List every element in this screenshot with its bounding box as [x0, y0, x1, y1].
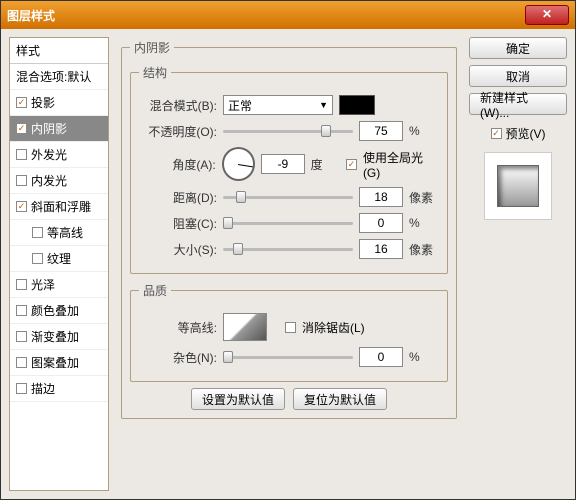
- style-checkbox[interactable]: [16, 383, 27, 394]
- style-item-图案叠加[interactable]: 图案叠加: [10, 350, 108, 376]
- opacity-input[interactable]: 75: [359, 121, 403, 141]
- size-slider[interactable]: [223, 242, 353, 256]
- shadow-color-swatch[interactable]: [339, 95, 375, 115]
- preview-inner: [497, 165, 539, 207]
- chevron-down-icon: ▼: [319, 100, 328, 110]
- contour-picker[interactable]: [223, 313, 267, 341]
- choke-slider[interactable]: [223, 216, 353, 230]
- style-item-投影[interactable]: 投影: [10, 90, 108, 116]
- anti-alias-label: 消除锯齿(L): [302, 319, 365, 336]
- angle-dial[interactable]: [222, 147, 256, 181]
- distance-unit: 像素: [409, 189, 439, 206]
- cancel-button[interactable]: 取消: [469, 65, 567, 87]
- use-global-light-label: 使用全局光(G): [363, 149, 439, 180]
- new-style-button[interactable]: 新建样式(W)...: [469, 93, 567, 115]
- center-panel: 内阴影 结构 混合模式(B): 正常 ▼ 不透明度(O):: [117, 37, 461, 491]
- preview-thumbnail: [484, 152, 552, 220]
- noise-label: 杂色(N):: [139, 349, 217, 366]
- size-unit: 像素: [409, 241, 439, 258]
- style-checkbox[interactable]: [16, 331, 27, 342]
- style-list: 样式 混合选项:默认 投影内阴影外发光内发光斜面和浮雕等高线纹理光泽颜色叠加渐变…: [9, 37, 109, 491]
- style-checkbox[interactable]: [16, 97, 27, 108]
- style-label: 外发光: [31, 146, 67, 163]
- angle-label: 角度(A):: [139, 156, 216, 173]
- style-checkbox[interactable]: [32, 227, 43, 238]
- ok-button[interactable]: 确定: [469, 37, 567, 59]
- distance-label: 距离(D):: [139, 189, 217, 206]
- size-input[interactable]: 16: [359, 239, 403, 259]
- choke-label: 阻塞(C):: [139, 215, 217, 232]
- quality-group: 品质 等高线: 消除锯齿(L) 杂色(N): 0 %: [130, 282, 448, 382]
- noise-input[interactable]: 0: [359, 347, 403, 367]
- dialog-body: 样式 混合选项:默认 投影内阴影外发光内发光斜面和浮雕等高线纹理光泽颜色叠加渐变…: [1, 29, 575, 499]
- structure-legend: 结构: [139, 64, 171, 81]
- panel-title: 内阴影: [130, 39, 174, 56]
- style-label: 内发光: [31, 172, 67, 189]
- angle-unit: 度: [311, 156, 341, 173]
- reset-default-button[interactable]: 复位为默认值: [293, 388, 387, 410]
- style-item-颜色叠加[interactable]: 颜色叠加: [10, 298, 108, 324]
- style-item-纹理[interactable]: 纹理: [10, 246, 108, 272]
- inner-shadow-panel: 内阴影 结构 混合模式(B): 正常 ▼ 不透明度(O):: [121, 39, 457, 419]
- style-label: 光泽: [31, 276, 55, 293]
- style-item-渐变叠加[interactable]: 渐变叠加: [10, 324, 108, 350]
- preview-checkbox[interactable]: [491, 128, 502, 139]
- close-button[interactable]: ✕: [525, 5, 569, 25]
- structure-group: 结构 混合模式(B): 正常 ▼ 不透明度(O): 75 %: [130, 64, 448, 274]
- style-item-外发光[interactable]: 外发光: [10, 142, 108, 168]
- style-label: 纹理: [47, 250, 71, 267]
- blend-options-item[interactable]: 混合选项:默认: [10, 64, 108, 90]
- style-checkbox[interactable]: [16, 279, 27, 290]
- use-global-light-checkbox[interactable]: [346, 159, 357, 170]
- choke-input[interactable]: 0: [359, 213, 403, 233]
- set-default-button[interactable]: 设置为默认值: [191, 388, 285, 410]
- style-checkbox[interactable]: [16, 175, 27, 186]
- style-label: 投影: [31, 94, 55, 111]
- right-panel: 确定 取消 新建样式(W)... 预览(V): [469, 37, 567, 491]
- blend-mode-combo[interactable]: 正常 ▼: [223, 95, 333, 115]
- style-label: 图案叠加: [31, 354, 79, 371]
- style-label: 内阴影: [31, 120, 67, 137]
- opacity-unit: %: [409, 124, 439, 138]
- contour-label: 等高线:: [139, 319, 217, 336]
- opacity-label: 不透明度(O):: [139, 123, 217, 140]
- style-checkbox[interactable]: [16, 305, 27, 316]
- style-checkbox[interactable]: [16, 123, 27, 134]
- distance-slider[interactable]: [223, 190, 353, 204]
- style-checkbox[interactable]: [16, 149, 27, 160]
- distance-input[interactable]: 18: [359, 187, 403, 207]
- style-label: 斜面和浮雕: [31, 198, 91, 215]
- anti-alias-checkbox[interactable]: [285, 322, 296, 333]
- titlebar[interactable]: 图层样式 ✕: [1, 1, 575, 29]
- blend-mode-label: 混合模式(B):: [139, 97, 217, 114]
- preview-label: 预览(V): [506, 125, 546, 142]
- style-item-内阴影[interactable]: 内阴影: [10, 116, 108, 142]
- style-item-等高线[interactable]: 等高线: [10, 220, 108, 246]
- style-item-斜面和浮雕[interactable]: 斜面和浮雕: [10, 194, 108, 220]
- style-label: 颜色叠加: [31, 302, 79, 319]
- style-label: 等高线: [47, 224, 83, 241]
- angle-input[interactable]: -9: [261, 154, 304, 174]
- noise-slider[interactable]: [223, 350, 353, 364]
- style-checkbox[interactable]: [16, 201, 27, 212]
- size-label: 大小(S):: [139, 241, 217, 258]
- quality-legend: 品质: [139, 282, 171, 299]
- style-checkbox[interactable]: [32, 253, 43, 264]
- noise-unit: %: [409, 350, 439, 364]
- style-list-header: 样式: [10, 38, 108, 64]
- choke-unit: %: [409, 216, 439, 230]
- window-title: 图层样式: [7, 7, 525, 24]
- layer-style-dialog: 图层样式 ✕ 样式 混合选项:默认 投影内阴影外发光内发光斜面和浮雕等高线纹理光…: [0, 0, 576, 500]
- style-checkbox[interactable]: [16, 357, 27, 368]
- close-icon: ✕: [542, 7, 552, 21]
- style-item-内发光[interactable]: 内发光: [10, 168, 108, 194]
- style-item-光泽[interactable]: 光泽: [10, 272, 108, 298]
- opacity-slider[interactable]: [223, 124, 353, 138]
- style-label: 渐变叠加: [31, 328, 79, 345]
- style-item-描边[interactable]: 描边: [10, 376, 108, 402]
- style-label: 描边: [31, 380, 55, 397]
